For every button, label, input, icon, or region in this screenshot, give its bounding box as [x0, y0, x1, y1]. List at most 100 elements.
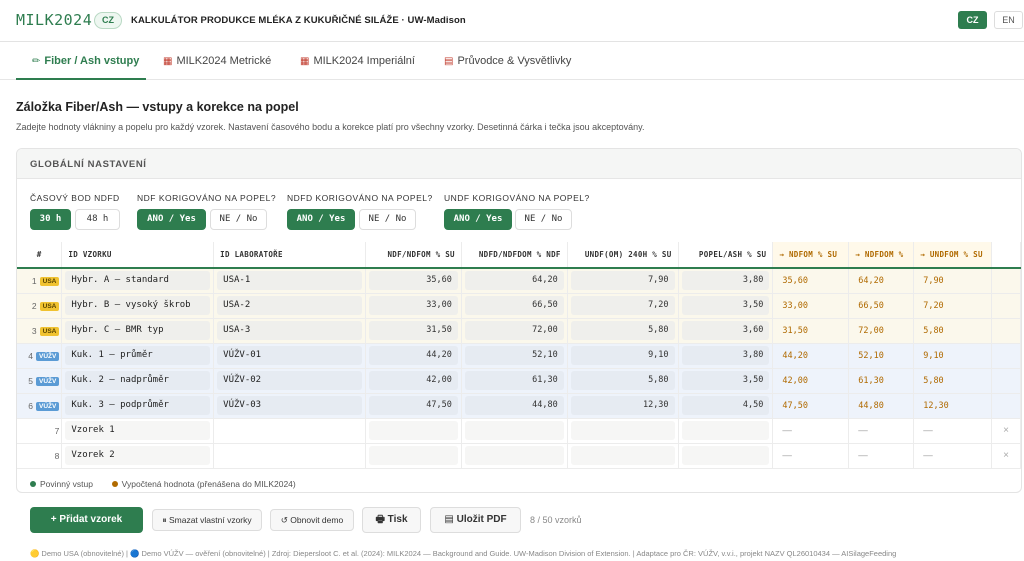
delete-row-button[interactable]: × — [991, 443, 1021, 469]
global-settings-panel: GLOBÁLNÍ NASTAVENÍ ČASOVÝ BOD NDFD 30 h … — [16, 148, 1022, 493]
ndfd-input[interactable]: 64,20 — [464, 271, 564, 291]
undf-input[interactable] — [570, 446, 675, 465]
lab-id-input[interactable]: VÚŽV-01 — [217, 346, 363, 365]
save-pdf-button[interactable]: ▤ Uložit PDF — [430, 507, 521, 533]
lab-id-input[interactable]: VÚŽV-02 — [217, 371, 363, 390]
undf-input[interactable]: 5,80 — [570, 371, 675, 390]
sample-id-input[interactable]: Hybr. C — BMR typ — [65, 321, 211, 340]
tab-milk-metric[interactable]: ▦ MILK2024 Metrické — [163, 43, 271, 80]
lang-cz-button[interactable]: CZ — [958, 11, 987, 29]
tab-label: MILK2024 Imperiální — [313, 55, 415, 67]
computed-cell: 7,90 — [923, 276, 944, 287]
undf-no-button[interactable]: NE / No — [515, 209, 572, 230]
undf-input[interactable]: 12,30 — [570, 396, 675, 415]
computed-cell: 52,10 — [858, 351, 884, 361]
lang-en-button[interactable]: EN — [994, 11, 1023, 29]
undf-input[interactable]: 9,10 — [570, 346, 675, 365]
delete-row-button[interactable]: × — [991, 418, 1021, 444]
row-number: 3 — [31, 325, 37, 336]
sample-id-input[interactable]: Kuk. 1 — průměr — [65, 346, 211, 365]
row-number: 4 — [28, 350, 34, 361]
tab-guide[interactable]: ▤ Průvodce & Vysvětlivky — [444, 43, 571, 80]
ndfd-no-button[interactable]: NE / No — [359, 209, 416, 230]
computed-dot-icon — [111, 481, 118, 487]
ndfd-input[interactable]: 44,80 — [464, 396, 564, 415]
source-badge: USA — [39, 276, 60, 286]
ndf-no-button[interactable]: NE / No — [210, 209, 267, 230]
computed-cell: 31,50 — [782, 326, 808, 336]
lab-id-input[interactable]: USA-3 — [217, 321, 363, 340]
sample-id-input[interactable]: Vzorek 2 — [65, 446, 211, 465]
ndf-input[interactable]: 35,60 — [369, 271, 458, 291]
ndfd-ash-label: NDFD KORIGOVÁNO NA POPEL? — [287, 193, 433, 203]
sample-id-input[interactable]: Hybr. B — vysoký škrob — [65, 296, 211, 315]
ndfd-input[interactable] — [464, 421, 564, 440]
ash-input[interactable] — [681, 421, 770, 440]
table-row: 8 Vzorek 2 — — — × — [17, 443, 1021, 469]
ndfd-input[interactable]: 72,00 — [464, 321, 564, 340]
lab-id-input[interactable]: USA-2 — [217, 296, 363, 315]
computed-cell: 5,80 — [923, 376, 944, 386]
lab-id-input[interactable]: VÚŽV-03 — [217, 396, 363, 415]
computed-cell: — — [782, 450, 792, 461]
required-dot-icon — [30, 481, 36, 487]
ash-input[interactable]: 3,60 — [681, 321, 770, 340]
ash-input[interactable]: 3,80 — [681, 346, 770, 365]
pencil-icon: ✏ — [32, 56, 41, 67]
ndf-yes-button[interactable]: ANO / Yes — [137, 209, 206, 230]
ash-input[interactable]: 4,50 — [681, 396, 770, 415]
ash-input[interactable]: 3,80 — [681, 271, 770, 291]
sample-id-input[interactable]: Kuk. 2 — nadprůměr — [65, 371, 211, 390]
row-number: 2 — [31, 300, 37, 311]
sample-id-input[interactable]: Vzorek 1 — [65, 421, 211, 440]
source-badge: VÚŽV — [36, 376, 60, 386]
tab-fiber-ash[interactable]: ✏ Fiber / Ash vstupy — [16, 43, 146, 80]
ndfd-yes-button[interactable]: ANO / Yes — [287, 209, 355, 230]
add-sample-button[interactable]: + Přidat vzorek — [30, 507, 143, 533]
ndfd-input[interactable]: 66,50 — [464, 296, 564, 315]
clear-samples-button[interactable]: ⏸ Smazat vlastní vzorky — [152, 509, 262, 531]
tab-milk-imperial[interactable]: ▦ MILK2024 Imperiální — [300, 43, 415, 80]
undf-input[interactable] — [570, 421, 675, 440]
sample-id-input[interactable]: Kuk. 3 — podprůměr — [65, 396, 211, 415]
ndf-input[interactable]: 44,20 — [369, 346, 458, 365]
undf-input[interactable]: 5,80 — [570, 321, 675, 340]
print-button[interactable]: 🖶 Tisk — [362, 507, 421, 533]
lab-id-input[interactable]: USA-1 — [217, 271, 363, 291]
col-header: ID LABORATOŘE — [213, 242, 367, 269]
ndf-input[interactable]: 31,50 — [369, 321, 458, 340]
computed-cell: 35,60 — [782, 276, 808, 287]
ndf-input[interactable]: 42,00 — [369, 371, 458, 390]
panel-title: GLOBÁLNÍ NASTAVENÍ — [17, 149, 1021, 179]
ndfd-input[interactable] — [464, 446, 564, 465]
undf-yes-button[interactable]: ANO / Yes — [444, 209, 512, 230]
ash-input[interactable] — [681, 446, 770, 465]
legend-computed: Vypočtená hodnota (přenášena do MILK2024… — [121, 479, 296, 489]
col-header: ID VZORKU — [61, 242, 215, 269]
ash-input[interactable]: 3,50 — [681, 371, 770, 390]
page-heading: Záložka Fiber/Ash — vstupy a korekce na … — [16, 100, 299, 114]
computed-cell: 64,20 — [858, 276, 884, 287]
undf-input[interactable]: 7,20 — [570, 296, 675, 315]
time-48h-button[interactable]: 48 h — [75, 209, 120, 230]
ash-input[interactable]: 3,50 — [681, 296, 770, 315]
table-row: 2 USA Hybr. B — vysoký škrob USA-2 33,00 66,5… — [17, 293, 1021, 319]
restore-demo-button[interactable]: ↺ Obnovit demo — [270, 509, 354, 531]
ndfd-input[interactable]: 61,30 — [464, 371, 564, 390]
col-header: → UNDFOM % SU — [913, 242, 993, 269]
ndf-input[interactable]: 33,00 — [369, 296, 458, 315]
computed-cell: 66,50 — [858, 301, 884, 311]
col-header: NDF/NDFOM % SU — [365, 242, 462, 269]
row-number: 6 — [28, 400, 34, 411]
ndf-input[interactable] — [369, 421, 458, 440]
computed-cell: 61,30 — [858, 376, 884, 386]
ndfd-input[interactable]: 52,10 — [464, 346, 564, 365]
undf-input[interactable]: 7,90 — [570, 271, 675, 291]
sample-id-input[interactable]: Hybr. A — standard — [65, 271, 211, 291]
sample-count: 8 / 50 vzorků — [530, 515, 582, 525]
col-header: # — [17, 242, 63, 269]
ndf-input[interactable]: 47,50 — [369, 396, 458, 415]
time-30h-button[interactable]: 30 h — [30, 209, 71, 230]
chart-icon: ▦ — [300, 56, 310, 67]
ndf-input[interactable] — [369, 446, 458, 465]
